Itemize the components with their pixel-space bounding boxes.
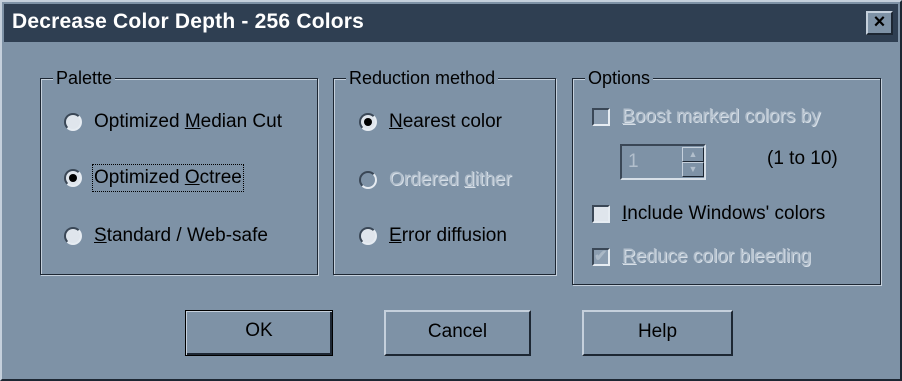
checkbox-label: Include Windows' colors	[622, 203, 826, 224]
checkbox-icon	[592, 205, 610, 223]
cancel-button[interactable]: Cancel	[384, 310, 531, 356]
boost-range-label: (1 to 10)	[767, 148, 838, 169]
radio-icon	[64, 227, 82, 245]
radio-label: Optimized Octree	[92, 164, 244, 192]
spinner-down-button[interactable]: ▼	[682, 162, 704, 177]
spinner-up-button[interactable]: ▲	[682, 147, 704, 162]
options-legend: Options	[585, 67, 654, 89]
checkbox-icon	[592, 108, 610, 126]
radio-icon-selected	[64, 169, 82, 187]
reduction-legend: Reduction method	[346, 67, 499, 89]
window-title: Decrease Color Depth - 256 Colors	[12, 10, 365, 33]
title-bar[interactable]: Decrease Color Depth - 256 Colors ×	[4, 4, 898, 42]
checkbox-label: Reduce color bleeding	[622, 246, 812, 267]
radio-icon	[64, 113, 82, 131]
radio-label: Optimized Median Cut	[94, 111, 282, 132]
boost-amount-value: 1	[628, 151, 639, 172]
boost-amount-spinner[interactable]: 1 ▲ ▼	[620, 144, 706, 180]
help-button[interactable]: Help	[582, 310, 733, 356]
radio-label: Error diffusion	[389, 225, 507, 246]
checkbox-label: Boost marked colors by	[622, 106, 821, 127]
dialog-window: Decrease Color Depth - 256 Colors × Pale…	[0, 0, 902, 381]
radio-label: Ordered dither	[389, 169, 512, 190]
palette-legend: Palette	[53, 67, 116, 89]
radio-icon	[359, 227, 377, 245]
ok-button[interactable]: OK	[185, 310, 333, 356]
radio-label: Nearest color	[389, 111, 503, 132]
radio-icon-selected	[359, 113, 377, 131]
radio-icon	[359, 171, 377, 189]
close-button[interactable]: ×	[866, 11, 893, 35]
radio-label: Standard / Web-safe	[94, 225, 268, 246]
checkbox-icon-checked: ✔	[592, 248, 610, 266]
